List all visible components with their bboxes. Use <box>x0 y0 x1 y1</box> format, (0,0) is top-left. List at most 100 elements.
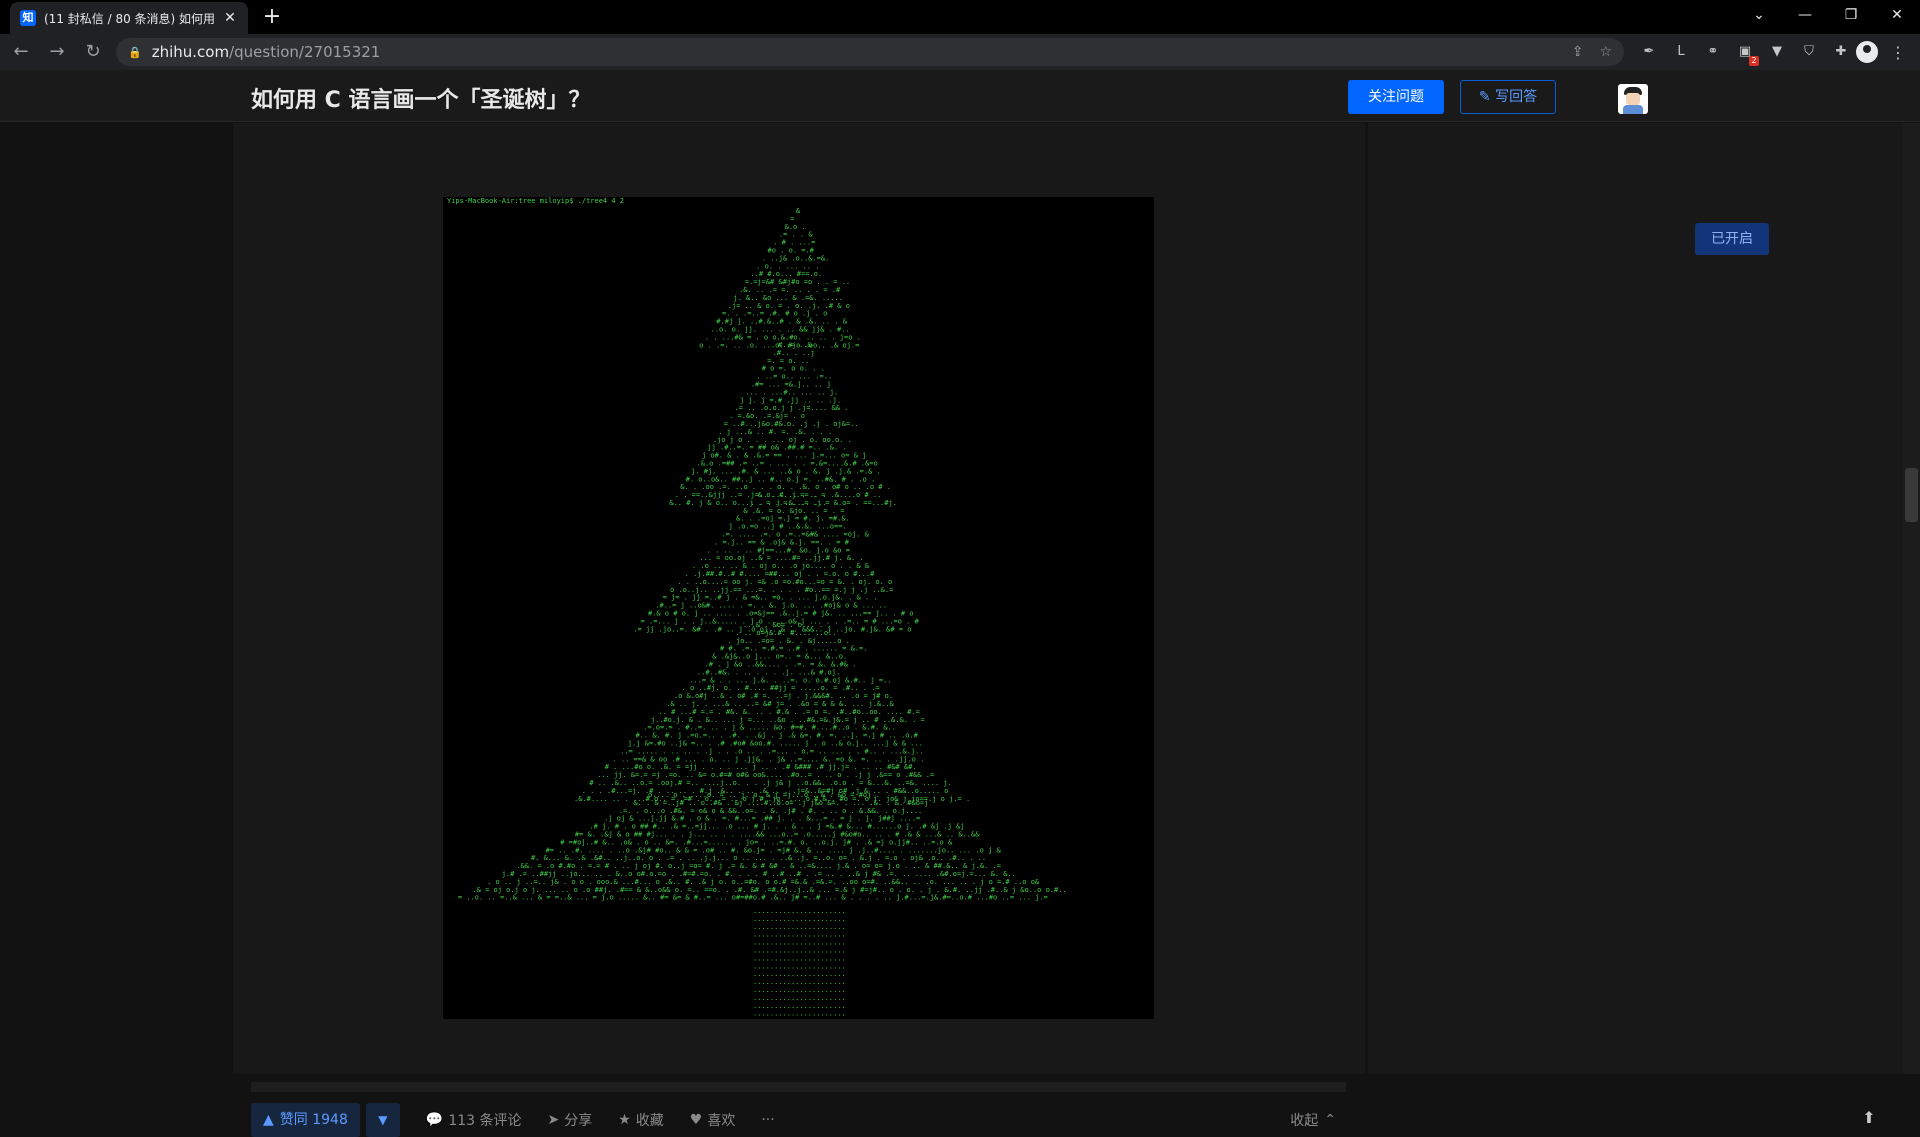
tree-line: j.j &=.#o ..j& =.. . .# .#o# &oo.#. ....… <box>628 740 923 748</box>
collapse-button[interactable]: 收起 ⌃ <box>1290 1110 1336 1130</box>
sidebar-column: 已开启 <box>1368 123 1903 1074</box>
page: 如何用 C 语言画一个「圣诞树」？ 关注问题 ✎ 写回答 已开启 & = &.o… <box>0 70 1920 1137</box>
reload-icon[interactable]: ↻ <box>78 37 108 67</box>
l-extension-icon[interactable]: L <box>1672 43 1690 61</box>
tree-line: .&. .. .= =. .. . . = .# <box>739 286 841 294</box>
tree-line: o .o..j.. ..jj.== ...=. . . . . #o..== =… <box>670 586 893 594</box>
triangle-up-icon: ▲ <box>263 1112 274 1128</box>
favorite-button[interactable]: ★ 收藏 <box>618 1110 664 1130</box>
tree-line: j .o.=o ..j # ..&.&. ...o==. <box>729 523 847 531</box>
tree-line: .&&. = .o #.#o . =.= # . .. j oj #. o..j… <box>516 862 1001 870</box>
tree-line: #..= ..& <box>778 341 813 349</box>
tree-line: ..# #.o... #==.o. <box>750 270 822 278</box>
bookmark-star-icon[interactable]: ☆ <box>1599 44 1612 60</box>
user-avatar[interactable] <box>1618 84 1648 114</box>
shield-extension-icon[interactable]: ⛉ <box>1800 43 1818 61</box>
share-label: 分享 <box>564 1113 593 1129</box>
tree-line: #= .. .#. .... . ..o .&j# #o.. & & = .o#… <box>546 846 1002 854</box>
enabled-button[interactable]: 已开启 <box>1695 223 1769 255</box>
tree-line: .# j. # . o ## #.. .& =..=jj... .o ... #… <box>589 823 964 831</box>
tree-line: ... . ...#.. ... .. j. <box>745 388 838 396</box>
tab-search-icon[interactable]: ⌄ <box>1736 0 1782 30</box>
tree-line: & <box>796 207 801 215</box>
more-button[interactable]: ··· <box>761 1112 774 1128</box>
tree-line: # . ...#o o. .&. = =jj . . . . ... j .. … <box>605 763 917 771</box>
answer-action-bar: ▲ 赞同 1948 ▼ 💬 113 条评论 ➤ 分享 ★ 收藏 ♥ 喜欢 ···… <box>251 1103 1346 1137</box>
tree-line: . =.j.. == & .oj& &.j. ==. . = # <box>714 538 850 546</box>
triangle-down-icon: ▼ <box>378 1113 388 1127</box>
extension-badge: 2 <box>1749 56 1759 66</box>
tree-trunk-line: ...................... <box>753 939 846 947</box>
upvote-button[interactable]: ▲ 赞同 1948 <box>251 1103 360 1137</box>
profile-avatar-icon[interactable] <box>1856 41 1878 63</box>
page-scrollbar[interactable] <box>1903 123 1920 1074</box>
lock-icon[interactable]: 🔒 <box>128 46 142 59</box>
heart-icon: ♥ <box>689 1112 703 1128</box>
screen-extension-icon[interactable]: ▣ 2 <box>1736 43 1759 66</box>
browser-tab[interactable]: 知 (11 封私信 / 80 条消息) 如何用 C ✕ <box>10 2 248 34</box>
tree-trunk-line: ...................... <box>753 970 846 978</box>
tree-line: ... = oo.oj ..& = ....#= ..jj.# j. &. . <box>699 554 863 562</box>
window-controls: ⌄ — ❐ ✕ <box>1736 0 1920 30</box>
extension-icons: ✒ L ⚭ ▣ 2 ▼ ⛉ ✚ <box>1640 43 1850 66</box>
glasses-extension-icon[interactable]: ⚭ <box>1704 43 1722 61</box>
upvote-label: 赞同 1948 <box>279 1112 348 1128</box>
terminal-screenshot: & = &.o . .= . . &. # . ...= #o . o. =.# … <box>443 197 1154 1019</box>
tree-line: j. #j. ... .#. & ... ..& o . &. j .j.& .… <box>691 467 881 475</box>
puzzle-extensions-icon[interactable]: ✚ <box>1832 43 1850 61</box>
question-header: 如何用 C 语言画一个「圣诞树」？ 关注问题 ✎ 写回答 <box>0 70 1920 122</box>
comments-button[interactable]: 💬 113 条评论 <box>426 1110 522 1130</box>
tree-line: ..#..#&. . .. . . . .j. ...& #.oj. <box>697 668 840 676</box>
write-answer-button[interactable]: ✎ 写回答 <box>1460 80 1556 114</box>
follow-question-button[interactable]: 关注问题 <box>1348 80 1444 114</box>
forward-arrow-icon[interactable]: → <box>42 37 72 67</box>
close-icon[interactable]: ✕ <box>222 10 238 26</box>
share-page-icon[interactable]: ⇪ <box>1572 44 1584 60</box>
plus-icon[interactable]: + <box>258 4 286 32</box>
tree-line: .=. . o...o .#&. = o& o & &&..o=. . &. .… <box>619 807 922 815</box>
share-button[interactable]: ➤ 分享 <box>547 1110 592 1130</box>
tree-line: .& = oj o.j o j. ... .. o .o ##j. .#== &… <box>472 886 1066 894</box>
collapse-label: 收起 <box>1290 1113 1319 1129</box>
back-to-top-button[interactable]: ⬆ <box>1853 1102 1885 1134</box>
tree-line: ...= & . . ... j.&. . ..=. o. o.#.oj &.#… <box>689 676 891 684</box>
tree-line: . .. ==& & oo .# ... . o. .. j .jj&. . j… <box>612 755 924 763</box>
terminal-prompt: Yips-MacBook-Air:tree miloyip$ ./tree4 4… <box>447 197 625 205</box>
tree-line: &. . .oo .=. ..o . . . o. . .&. o . o# o… <box>680 483 891 491</box>
tree-line: . . .. . .. #j==...#. &o. j.o &o = <box>707 546 850 554</box>
tree-line: #o . o. =.# <box>768 247 815 255</box>
tree-line: . . . j .&.... ... <box>751 499 827 507</box>
tree-line: ..o. o. jj. ... . .. && jj& . #.. <box>711 326 850 334</box>
minimize-icon[interactable]: — <box>1782 0 1828 30</box>
tree-line: .. # ...# =.= . #&. &. .. . #.& . .= o =… <box>659 708 920 716</box>
tree-line: j j. j =.# .jj .. .. .j. <box>740 396 841 404</box>
tree-line: =.=j=&# &#j#o =o . . = .. <box>745 278 850 286</box>
tree-line: = j= . jj =..# j . & =&.. =o. . ... j.o.… <box>663 594 878 602</box>
tree-line: jj .#..=. = ## o& .##.# =.. .&. . <box>707 444 846 452</box>
window-close-icon[interactable]: ✕ <box>1874 0 1920 30</box>
zhihu-favicon-icon: 知 <box>20 10 36 26</box>
v-extension-icon[interactable]: ▼ <box>1768 43 1786 61</box>
tree-line: .o &.o#j ..& . o# .# =. ..=j . j.&&&#. .… <box>674 692 893 700</box>
tree-line: # #. .=.. =.#.= ..# . ...... = &.=. <box>720 645 868 653</box>
tree-trunk-line: ...................... <box>753 923 846 931</box>
pen-extension-icon[interactable]: ✒ <box>1640 43 1658 61</box>
tree-line: = <box>790 215 794 223</box>
chevron-up-icon: ⌃ <box>1324 1112 1336 1128</box>
tree-trunk-line: ...................... <box>753 915 846 923</box>
restore-icon[interactable]: ❐ <box>1828 0 1874 30</box>
address-bar[interactable]: 🔒 zhihu.com /question/27015321 ⇪ ☆ <box>116 38 1624 66</box>
like-button[interactable]: ♥ 喜欢 <box>690 1110 736 1130</box>
tree-line: . .. o=j&.#. #.... ..o.. <box>735 629 836 637</box>
tree-line: =. . .=..= .#. # o .j . o <box>722 310 827 318</box>
back-arrow-icon[interactable]: ← <box>6 37 36 67</box>
scroll-thumb[interactable] <box>1905 468 1918 522</box>
downvote-button[interactable]: ▼ <box>365 1103 400 1137</box>
tree-trunk-line: ...................... <box>753 1002 846 1010</box>
tree-line: . jo.. .=o= . &. . &j.....o . <box>728 637 850 645</box>
tree-line: . ..= o.. ... .=.. <box>756 373 832 381</box>
browser-menu-icon[interactable]: ⋮ <box>1886 43 1910 62</box>
url-host: zhihu.com <box>151 43 230 61</box>
tree-line: # .. .&.. ..o.= .ooj.# =.. ....j..o. . .… <box>589 779 951 787</box>
tree-trunk-line: ...................... <box>753 907 846 915</box>
